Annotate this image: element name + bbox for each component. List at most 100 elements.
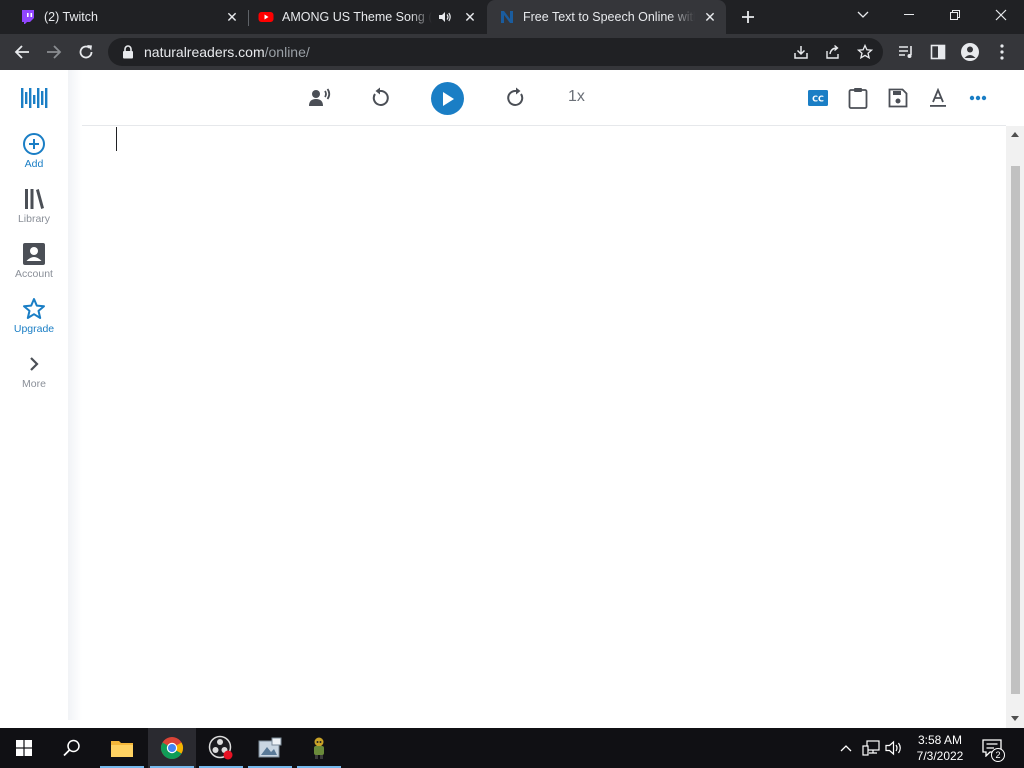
- star-icon: [23, 298, 45, 319]
- save-icon: [888, 88, 908, 108]
- taskbar-clock[interactable]: 3:58 AM 7/3/2022: [908, 732, 972, 764]
- taskbar-obs[interactable]: [197, 728, 245, 768]
- chrome-icon: [161, 737, 183, 759]
- taskbar-file-explorer[interactable]: [98, 728, 146, 768]
- tab-title: AMONG US Theme Song (M: [282, 10, 432, 24]
- forward-button[interactable]: [40, 38, 68, 66]
- obs-icon: [208, 735, 233, 760]
- close-tab-icon[interactable]: ✕: [462, 9, 478, 25]
- chevron-up-icon: [840, 745, 852, 752]
- scroll-down-arrow[interactable]: [1011, 716, 1019, 721]
- sidebar-item-upgrade[interactable]: Upgrade: [0, 297, 68, 347]
- tab-twitch[interactable]: (2) Twitch ✕: [0, 0, 249, 34]
- account-icon: [23, 243, 45, 265]
- profile-icon: [961, 43, 979, 61]
- player-toolbar: 1x CC: [82, 70, 1006, 126]
- save-button[interactable]: [886, 86, 910, 110]
- clock-time: 3:58 AM: [917, 733, 963, 747]
- side-panel-button[interactable]: [924, 38, 952, 66]
- captions-button[interactable]: CC: [806, 86, 830, 110]
- photo-editor-icon: [258, 737, 282, 758]
- cc-icon: CC: [808, 90, 828, 106]
- taskbar-image-app[interactable]: [246, 728, 294, 768]
- show-hidden-icons-button[interactable]: [836, 738, 856, 758]
- scroll-thumb[interactable]: [1011, 166, 1020, 694]
- reload-icon: [79, 45, 93, 59]
- clock-date: 7/3/2022: [916, 749, 964, 763]
- sidebar-item-more[interactable]: More: [0, 352, 68, 402]
- restore-button[interactable]: [932, 0, 978, 30]
- svg-text:CC: CC: [812, 95, 824, 104]
- scroll-up-arrow[interactable]: [1011, 132, 1019, 137]
- sidebar-item-label: Upgrade: [13, 323, 55, 335]
- volume-icon: [885, 740, 901, 756]
- browser-menu-button[interactable]: [988, 38, 1016, 66]
- sidebar-item-library[interactable]: Library: [0, 187, 68, 237]
- network-button[interactable]: [861, 738, 881, 758]
- speaker-icon[interactable]: [438, 11, 452, 23]
- address-bar[interactable]: naturalreaders.com/online/: [108, 38, 883, 66]
- app-sidebar: Add Library Account Upgrade More: [0, 70, 68, 728]
- volume-button[interactable]: [884, 738, 904, 758]
- browser-toolbar: naturalreaders.com/online/: [0, 34, 1024, 70]
- media-control-button[interactable]: [892, 38, 920, 66]
- reload-button[interactable]: [72, 38, 100, 66]
- close-icon: [995, 9, 1007, 21]
- youtube-icon: [258, 12, 274, 22]
- tab-youtube[interactable]: AMONG US Theme Song (M ✕: [248, 0, 486, 34]
- tab-naturalreaders[interactable]: Free Text to Speech Online with A ✕: [487, 0, 726, 34]
- sidebar-item-add[interactable]: Add: [0, 132, 68, 182]
- chevron-down-icon: [857, 11, 869, 18]
- arrow-left-icon: [14, 45, 29, 59]
- profile-button[interactable]: [956, 38, 984, 66]
- windows-taskbar: 3:58 AM 7/3/2022 2: [0, 728, 1024, 768]
- browser-tab-strip: (2) Twitch ✕ AMONG US Theme Song (M ✕ Fr…: [0, 0, 1024, 34]
- text-format-button[interactable]: [926, 86, 950, 110]
- page-content: Add Library Account Upgrade More 1x CC: [0, 70, 1024, 728]
- naturalreaders-logo-icon[interactable]: [20, 86, 48, 110]
- twitch-icon: [22, 10, 34, 24]
- speed-button[interactable]: 1x: [568, 88, 585, 106]
- voice-speaker-icon: [309, 88, 331, 106]
- voice-select-button[interactable]: [308, 86, 332, 110]
- sidebar-item-account[interactable]: Account: [0, 242, 68, 292]
- chevron-right-icon: [30, 357, 39, 371]
- clipboard-button[interactable]: [846, 86, 870, 110]
- sidebar-item-label: Library: [17, 213, 51, 225]
- lock-icon[interactable]: [122, 45, 134, 59]
- game-character-icon: [314, 737, 324, 759]
- bookmark-star-icon[interactable]: [857, 44, 873, 60]
- clipboard-icon: [848, 88, 868, 109]
- url-host: naturalreaders.com: [144, 44, 265, 60]
- rewind-button[interactable]: [368, 86, 392, 110]
- more-horiz-icon: [969, 95, 987, 101]
- search-icon: [63, 739, 80, 757]
- taskbar-game-app[interactable]: [295, 728, 343, 768]
- play-button[interactable]: [431, 82, 464, 115]
- close-window-button[interactable]: [978, 0, 1024, 30]
- back-button[interactable]: [8, 38, 36, 66]
- install-app-icon[interactable]: [793, 44, 809, 60]
- tab-title: (2) Twitch: [44, 10, 98, 24]
- start-button[interactable]: [0, 728, 48, 768]
- restore-icon: [950, 10, 960, 20]
- search-button[interactable]: [48, 728, 96, 768]
- more-vert-icon: [1000, 44, 1004, 60]
- new-tab-button[interactable]: [736, 5, 760, 29]
- text-editor[interactable]: [82, 127, 1006, 720]
- sidebar-item-label: Account: [15, 268, 53, 280]
- share-icon[interactable]: [825, 44, 841, 60]
- url-path: /online/: [264, 44, 310, 60]
- taskbar-chrome[interactable]: [148, 728, 196, 768]
- notification-count-badge: 2: [991, 748, 1005, 762]
- forward-skip-button[interactable]: [504, 86, 528, 110]
- scrollbar[interactable]: [1006, 126, 1024, 728]
- more-options-button[interactable]: [966, 86, 990, 110]
- close-tab-icon[interactable]: ✕: [702, 9, 718, 25]
- sidebar-item-label: Add: [24, 158, 44, 170]
- play-icon: [442, 91, 454, 106]
- minimize-button[interactable]: [886, 0, 932, 30]
- close-tab-icon[interactable]: ✕: [224, 9, 240, 25]
- folder-icon: [111, 741, 133, 757]
- tab-search-button[interactable]: [840, 0, 886, 30]
